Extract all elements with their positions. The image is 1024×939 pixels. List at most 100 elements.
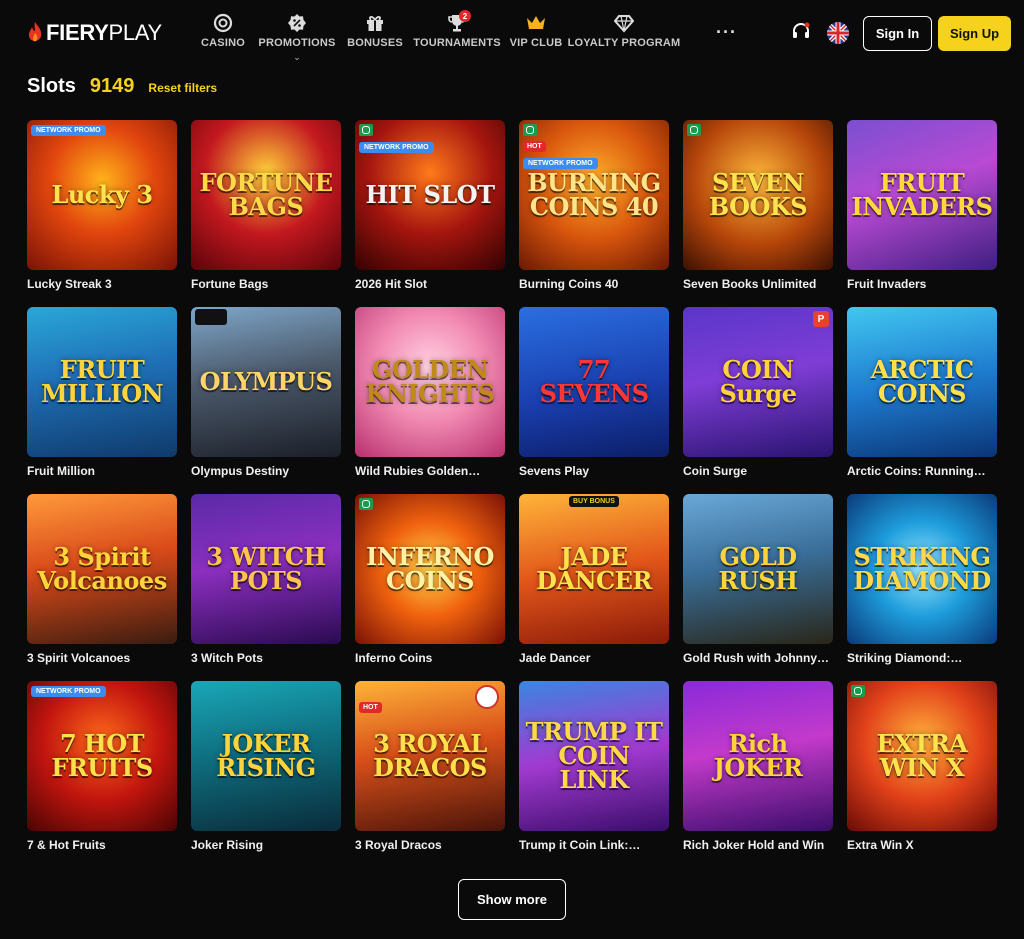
game-thumbnail[interactable]: TRUMP IT COIN LINK [519, 681, 669, 831]
game-card[interactable]: INFERNO COINS Inferno Coins [355, 494, 505, 665]
provider-badge-icon [359, 124, 373, 136]
game-card[interactable]: 7 HOT FRUITS NETWORK PROMO 7 & Hot Fruits [27, 681, 177, 852]
provider-corner-badge: P [813, 311, 829, 327]
game-card[interactable]: COIN Surge P Coin Surge [683, 307, 833, 478]
provider-badge-icon [687, 124, 701, 136]
game-card[interactable]: BURNING COINS 40 NETWORK PROMO HOT Burning … [519, 120, 669, 291]
game-thumbnail[interactable]: 3 ROYAL DRACOS HOT [355, 681, 505, 831]
game-thumbnail[interactable]: SEVEN BOOKS [683, 120, 833, 270]
more-menu-button[interactable]: ··· [716, 22, 737, 43]
game-card[interactable]: 3 WITCH POTS 3 Witch Pots [191, 494, 341, 665]
game-title[interactable]: Lucky Streak 3 [27, 277, 177, 291]
sign-up-button[interactable]: Sign Up [938, 16, 1011, 51]
game-title[interactable]: Sevens Play [519, 464, 669, 478]
game-title[interactable]: Inferno Coins [355, 651, 505, 665]
game-title[interactable]: Arctic Coins: Running… [847, 464, 997, 478]
game-card[interactable]: GOLD RUSH Gold Rush with Johnny… [683, 494, 833, 665]
game-thumbnail[interactable]: GOLDEN KNIGHTS [355, 307, 505, 457]
games-count: 9149 [89, 75, 135, 97]
game-title[interactable]: Coin Surge [683, 464, 833, 478]
game-title[interactable]: 7 & Hot Fruits [27, 838, 177, 852]
game-thumbnail[interactable]: INFERNO COINS [355, 494, 505, 644]
game-thumbnail[interactable]: ARCTIC COINS [847, 307, 997, 457]
game-title[interactable]: Fortune Bags [191, 277, 341, 291]
game-thumbnail[interactable]: GOLD RUSH [683, 494, 833, 644]
game-card[interactable]: 3 Spirit Volcanoes 3 Spirit Volcanoes [27, 494, 177, 665]
network-promo-badge: NETWORK PROMO [523, 158, 598, 169]
nav-item-bonuses[interactable]: BONUSES [344, 12, 406, 49]
game-title[interactable]: Jade Dancer [519, 651, 669, 665]
hot-badge: HOT [359, 702, 382, 713]
game-card[interactable]: FRUIT INVADERS Fruit Invaders [847, 120, 997, 291]
uk-flag-icon[interactable] [827, 22, 849, 44]
game-title[interactable]: Joker Rising [191, 838, 341, 852]
game-title[interactable]: 2026 Hit Slot [355, 277, 505, 291]
game-title[interactable]: Olympus Destiny [191, 464, 341, 478]
game-card[interactable]: EXTRA WIN X Extra Win X [847, 681, 997, 852]
game-card[interactable]: SEVEN BOOKS Seven Books Unlimited [683, 120, 833, 291]
game-thumbnail[interactable]: Rich JOKER [683, 681, 833, 831]
nav-item-casino[interactable]: CASINO [196, 12, 250, 49]
game-card[interactable]: Lucky 3 NETWORK PROMO Lucky Streak 3 [27, 120, 177, 291]
game-card[interactable]: 3 ROYAL DRACOS HOT 3 Royal Dracos [355, 681, 505, 852]
game-card[interactable]: JOKER RISING Joker Rising [191, 681, 341, 852]
game-card[interactable]: JADE DANCER BUY BONUS Jade Dancer [519, 494, 669, 665]
support-headset-icon[interactable] [790, 21, 812, 43]
game-thumbnail[interactable]: 77 SEVENS [519, 307, 669, 457]
game-thumbnail[interactable]: JOKER RISING [191, 681, 341, 831]
game-card[interactable]: STRIKING DIAMOND Striking Diamond:… [847, 494, 997, 665]
nav-item-tournaments[interactable]: 2 TOURNAMENTS [406, 10, 508, 49]
game-thumbnail[interactable]: BURNING COINS 40 NETWORK PROMO HOT [519, 120, 669, 270]
game-title[interactable]: Fruit Invaders [847, 277, 997, 291]
game-title[interactable]: 3 Royal Dracos [355, 838, 505, 852]
game-title[interactable]: Rich Joker Hold and Win [683, 838, 833, 852]
game-thumbnail[interactable]: COIN Surge P [683, 307, 833, 457]
game-thumbnail[interactable]: Lucky 3 NETWORK PROMO [27, 120, 177, 270]
game-title[interactable]: Fruit Million [27, 464, 177, 478]
game-card[interactable]: FRUIT MILLION Fruit Million [27, 307, 177, 478]
game-thumbnail[interactable]: HIT SLOT NETWORK PROMO [355, 120, 505, 270]
game-thumbnail[interactable]: FRUIT MILLION [27, 307, 177, 457]
game-thumbnail[interactable]: 3 Spirit Volcanoes [27, 494, 177, 644]
game-thumbnail[interactable]: FRUIT INVADERS [847, 120, 997, 270]
game-art-title: JADE DANCER [536, 542, 652, 595]
game-title[interactable]: Wild Rubies Golden… [355, 464, 505, 478]
game-title[interactable]: 3 Spirit Volcanoes [27, 651, 177, 665]
game-card[interactable]: GOLDEN KNIGHTS Wild Rubies Golden… [355, 307, 505, 478]
nav-item-vip-club[interactable]: VIP CLUB [508, 12, 564, 49]
game-title[interactable]: Striking Diamond:… [847, 651, 997, 665]
game-art-title: 3 WITCH POTS [206, 542, 326, 595]
game-card[interactable]: FORTUNE BAGS Fortune Bags [191, 120, 341, 291]
hot-badge: HOT [523, 141, 546, 152]
game-title[interactable]: Burning Coins 40 [519, 277, 669, 291]
game-title[interactable]: Trump it Coin Link:… [519, 838, 669, 852]
game-card[interactable]: OLYMPUS Olympus Destiny [191, 307, 341, 478]
game-card[interactable]: HIT SLOT NETWORK PROMO 2026 Hit Slot [355, 120, 505, 291]
game-thumbnail[interactable]: 7 HOT FRUITS NETWORK PROMO [27, 681, 177, 831]
game-card[interactable]: ARCTIC COINS Arctic Coins: Running… [847, 307, 997, 478]
game-title[interactable]: Gold Rush with Johnny… [683, 651, 833, 665]
game-card[interactable]: TRUMP IT COIN LINK Trump it Coin Link:… [519, 681, 669, 852]
reset-filters-link[interactable]: Reset filters [148, 81, 217, 95]
game-art-title: COIN Surge [719, 355, 797, 408]
game-title[interactable]: 3 Witch Pots [191, 651, 341, 665]
game-thumbnail[interactable]: FORTUNE BAGS [191, 120, 341, 270]
game-thumbnail[interactable]: OLYMPUS [191, 307, 341, 457]
game-thumbnail[interactable]: 3 WITCH POTS [191, 494, 341, 644]
show-more-button[interactable]: Show more [458, 879, 566, 920]
game-thumbnail[interactable]: STRIKING DIAMOND [847, 494, 997, 644]
buy-bonus-badge: BUY BONUS [569, 496, 619, 507]
nav-item-loyalty-program[interactable]: LOYALTY PROGRAM [564, 12, 684, 49]
game-card[interactable]: Rich JOKER Rich Joker Hold and Win [683, 681, 833, 852]
brand-logo[interactable]: FIERY PLAY [26, 20, 162, 46]
game-title[interactable]: Extra Win X [847, 838, 997, 852]
sign-in-button[interactable]: Sign In [863, 16, 932, 51]
game-thumbnail[interactable]: JADE DANCER BUY BONUS [519, 494, 669, 644]
game-art-title: BURNING COINS 40 [527, 168, 661, 221]
game-card[interactable]: 77 SEVENS Sevens Play [519, 307, 669, 478]
nav-item-promotions[interactable]: PROMOTIONS ⌄ [250, 12, 344, 62]
game-art-title: STRIKING DIAMOND [853, 542, 991, 595]
nav-label: BONUSES [347, 37, 403, 49]
game-thumbnail[interactable]: EXTRA WIN X [847, 681, 997, 831]
game-title[interactable]: Seven Books Unlimited [683, 277, 833, 291]
